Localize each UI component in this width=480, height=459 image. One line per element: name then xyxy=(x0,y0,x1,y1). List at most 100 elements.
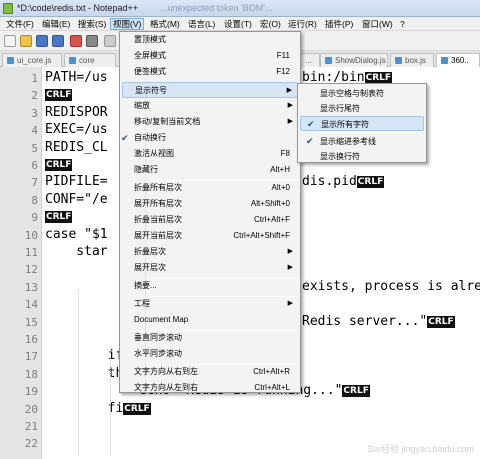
code-line[interactable]: CRLF xyxy=(45,209,73,224)
crlf-marker: CRLF xyxy=(45,211,73,224)
menu-item-label: 折叠层次 xyxy=(134,247,166,256)
crlf-marker: CRLF xyxy=(45,159,73,171)
menu-item-shortcut: F11 xyxy=(276,51,290,60)
view-menu-item[interactable]: 展开当前层次 Ctrl+Alt+Shift+F xyxy=(122,228,298,244)
code-line[interactable]: EXEC=/us xyxy=(45,122,108,137)
menu-language[interactable]: 语言(L) xyxy=(186,18,217,30)
new-file-icon[interactable] xyxy=(4,35,16,47)
window-title-ghost: ...unexpected token 'BOM'... xyxy=(160,3,273,13)
menu-format[interactable]: 格式(M) xyxy=(148,18,182,30)
view-menu-item[interactable]: 移动/复制当前文档 ▶ xyxy=(122,114,298,130)
crlf-marker: CRLF xyxy=(342,385,370,398)
menu-item-label: 激活从视图 xyxy=(134,149,174,158)
line-number: 15 xyxy=(24,315,38,329)
checkmark-icon: ✔ xyxy=(121,133,129,143)
view-menu-item[interactable]: 缩放 ▶ xyxy=(122,98,298,114)
code-line[interactable]: case "$1 xyxy=(45,227,108,242)
view-menu-item[interactable]: 便签模式 F12 xyxy=(122,64,298,80)
crlf-marker: CRLF xyxy=(45,89,73,102)
show-symbols-item[interactable]: 显示所有字符 ✔ xyxy=(300,116,424,131)
view-menu-item[interactable]: 置顶模式 xyxy=(122,32,298,48)
code-text: PATH=/us xyxy=(45,70,108,85)
view-menu-item[interactable]: 摘要... xyxy=(122,278,298,294)
menu-macro[interactable]: 宏(O) xyxy=(258,18,283,30)
line-number: 13 xyxy=(24,280,38,294)
view-menu-item[interactable]: Document Map xyxy=(122,312,298,328)
submenu-arrow-icon: ▶ xyxy=(287,102,293,109)
view-menu-item[interactable]: 隐藏行 Alt+H xyxy=(122,162,298,178)
menu-view[interactable]: 视图(V) xyxy=(110,18,145,30)
code-line[interactable]: CRLF xyxy=(45,157,73,172)
cut-icon[interactable] xyxy=(104,35,116,47)
menu-item-label: 显示所有字符 xyxy=(321,120,369,129)
code-line[interactable]: PATH=/us bin:/binCRLF xyxy=(45,70,393,85)
menu-item-label: 折叠当前层次 xyxy=(134,215,182,224)
code-line[interactable]: CONF="/e xyxy=(45,192,108,207)
indent-guide xyxy=(78,289,79,455)
tab-file[interactable]: ui_core.js xyxy=(2,53,62,67)
view-menu-item[interactable]: 激活从视图 F8 xyxy=(122,146,298,162)
view-menu-item[interactable]: 显示符号 ▶ xyxy=(122,82,298,98)
view-menu-item[interactable]: 折叠当前层次 Ctrl+Alt+F xyxy=(122,212,298,228)
menu-run[interactable]: 运行(R) xyxy=(286,18,319,30)
file-icon xyxy=(69,57,76,64)
menu-item-label: Document Map xyxy=(134,315,189,324)
show-symbols-item[interactable]: 显示缩进参考线 ✔ xyxy=(300,134,424,149)
code-line[interactable]: fiCRLF xyxy=(45,401,151,416)
menu-edit[interactable]: 编辑(E) xyxy=(40,18,72,30)
print-icon[interactable] xyxy=(86,35,98,47)
tab-file[interactable]: ShowDialog.js xyxy=(320,53,388,67)
close-file-icon[interactable] xyxy=(70,35,82,47)
submenu-arrow-icon: ▶ xyxy=(287,300,293,307)
menu-item-label: 展开层次 xyxy=(134,263,166,272)
view-menu-item[interactable]: 工程 ▶ xyxy=(122,296,298,312)
view-menu-item[interactable]: 展开所有层次 Alt+Shift+0 xyxy=(122,196,298,212)
code-line[interactable]: PIDFILE= dis.pidCRLF xyxy=(45,174,385,189)
line-number: 4 xyxy=(31,124,38,138)
tab-file[interactable]: core xyxy=(64,53,116,67)
line-number: 1 xyxy=(31,72,38,85)
menu-plugins[interactable]: 插件(P) xyxy=(323,18,355,30)
view-menu-item[interactable]: 文字方向从左到右 Ctrl+Alt+L xyxy=(122,380,298,396)
show-symbols-item[interactable]: 显示空格与制表符 xyxy=(300,86,424,101)
line-number: 20 xyxy=(24,402,38,416)
file-icon xyxy=(441,57,448,64)
menu-item-label: 便签模式 xyxy=(134,67,166,76)
menu-settings[interactable]: 设置(T) xyxy=(222,18,254,30)
show-symbols-submenu: 显示空格与制表符 显示行尾符显示所有字符 ✔ 显示缩进参考线 ✔ 显示换行符 xyxy=(297,83,427,163)
code-line[interactable]: CRLF xyxy=(45,87,73,102)
open-folder-icon[interactable] xyxy=(20,35,32,47)
view-menu-item[interactable]: 自动换行 ✔ xyxy=(121,130,298,146)
show-symbols-item[interactable]: 显示换行符 xyxy=(300,149,424,164)
code-text: star xyxy=(45,244,108,259)
menu-help[interactable]: ? xyxy=(398,18,407,30)
show-symbols-item[interactable]: 显示行尾符 xyxy=(300,101,424,116)
tab-active-file[interactable]: 360.. xyxy=(436,53,480,67)
view-menu-item[interactable]: 水平同步滚动 xyxy=(122,346,298,362)
view-menu-item[interactable]: 折叠所有层次 Alt+0 xyxy=(122,180,298,196)
view-menu-item[interactable]: 折叠层次 ▶ xyxy=(122,244,298,260)
view-menu-item[interactable]: 垂直同步滚动 xyxy=(122,330,298,346)
crlf-marker: CRLF xyxy=(123,402,151,415)
menu-item-shortcut: Alt+Shift+0 xyxy=(250,199,290,208)
save-icon[interactable] xyxy=(36,35,48,47)
watermark: Bai经验 jingyan.baidu.com xyxy=(367,444,474,454)
view-menu-item[interactable]: 全屏模式 F11 xyxy=(122,48,298,64)
tab-file[interactable]: ... xyxy=(300,53,320,67)
save-all-icon[interactable] xyxy=(52,35,64,47)
window-title: *D:\code\redis.txt - Notepad++ xyxy=(17,3,139,13)
code-line[interactable]: REDISPOR xyxy=(45,105,108,120)
code-line[interactable]: REDIS_CL xyxy=(45,140,108,155)
view-menu-item[interactable]: 展开层次 ▶ xyxy=(122,260,298,276)
checkmark-icon: ✔ xyxy=(307,119,315,129)
menu-search[interactable]: 搜索(S) xyxy=(76,18,108,30)
menu-file[interactable]: 文件(F) xyxy=(4,18,36,30)
menu-item-label: 置顶模式 xyxy=(134,35,166,44)
tab-file[interactable]: box.js xyxy=(390,53,434,67)
menu-window[interactable]: 窗口(W) xyxy=(360,18,395,30)
view-menu-item[interactable]: 文字方向从右到左 Ctrl+Alt+R xyxy=(122,364,298,380)
line-number: 2 xyxy=(31,89,38,103)
code-line[interactable]: star xyxy=(45,244,108,259)
menu-item-label: 显示换行符 xyxy=(320,152,360,161)
line-number: 7 xyxy=(31,176,38,190)
